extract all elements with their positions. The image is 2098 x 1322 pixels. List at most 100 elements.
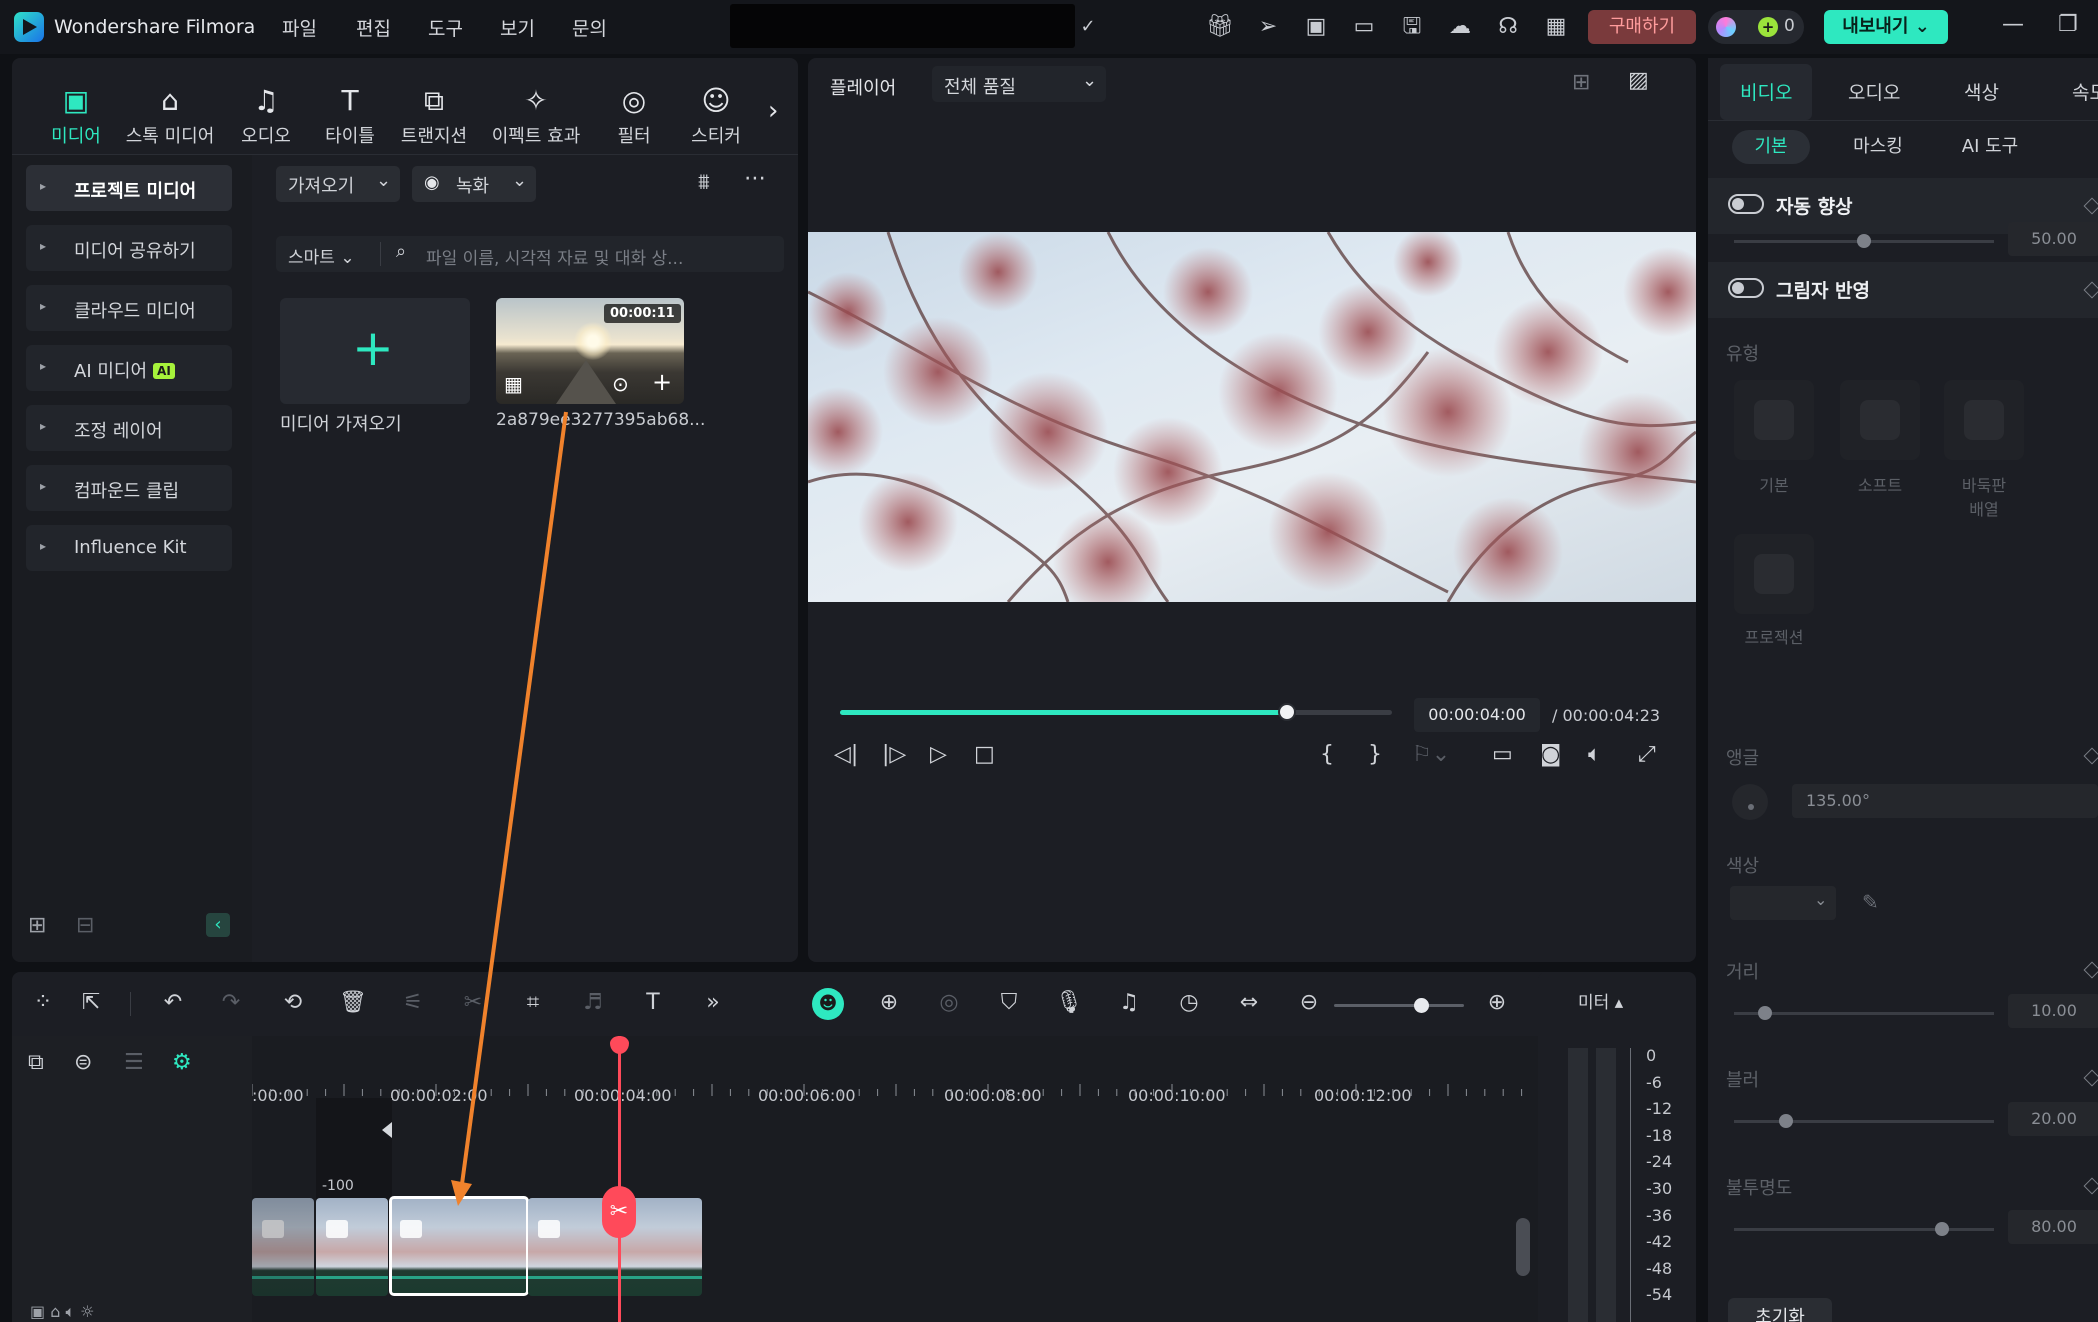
shadow-type-tile[interactable] bbox=[1944, 380, 2024, 460]
tab-effects[interactable]: ✧ 이펙트 효과 bbox=[478, 84, 594, 148]
crop-icon[interactable]: ⌗ bbox=[518, 990, 548, 1015]
keyframe-diamond-icon[interactable] bbox=[2083, 1177, 2098, 1195]
mark-in-icon[interactable]: { bbox=[1320, 742, 1334, 767]
render-preview-icon[interactable]: ◎ bbox=[934, 990, 964, 1015]
stop-icon[interactable]: □ bbox=[974, 742, 995, 767]
quality-dropdown[interactable]: 전체 품질 ⌄ bbox=[932, 66, 1106, 102]
slider-handle[interactable] bbox=[1857, 234, 1871, 248]
restore-icon[interactable]: ❐ bbox=[2058, 12, 2078, 37]
camera-snapshot-icon[interactable]: ◙ bbox=[1540, 742, 1561, 767]
fit-timeline-icon[interactable]: ⇔ bbox=[1234, 990, 1264, 1015]
undo-icon[interactable]: ↶ bbox=[158, 990, 188, 1015]
menu-edit[interactable]: 편집 bbox=[356, 14, 391, 41]
zoom-out-icon[interactable]: ⊖ bbox=[1294, 990, 1324, 1015]
menu-tools[interactable]: 도구 bbox=[428, 14, 463, 41]
tab-audio[interactable]: ♫ 오디오 bbox=[218, 84, 314, 148]
next-frame-icon[interactable]: |▷ bbox=[882, 742, 906, 767]
media-clip-thumbnail[interactable]: 00:00:11 ▦ ⊙ + bbox=[496, 298, 684, 404]
gift-icon[interactable]: 🎁︎ bbox=[1206, 13, 1234, 41]
mark-out-icon[interactable]: } bbox=[1368, 742, 1382, 767]
minimize-icon[interactable]: — bbox=[2002, 12, 2024, 37]
angle-dial[interactable] bbox=[1732, 784, 1768, 820]
tab-media[interactable]: ▣ 미디어 bbox=[28, 84, 124, 148]
tab-speed[interactable]: 속도 bbox=[2072, 78, 2098, 105]
subtab-basic[interactable]: 기본 bbox=[1732, 130, 1810, 164]
cloud-upload-icon[interactable]: ☁ bbox=[1446, 13, 1474, 41]
slider-handle[interactable] bbox=[1935, 1222, 1949, 1236]
timeline-zoom-slider[interactable] bbox=[1334, 998, 1464, 1013]
filter-sort-icon[interactable]: ⩩ bbox=[698, 170, 710, 195]
shield-marker-icon[interactable]: ⛉ bbox=[994, 990, 1024, 1015]
ai-audio-icon[interactable]: ⟲ bbox=[278, 990, 308, 1015]
media-search[interactable]: 스마트 ⌄ ⌕ 파일 이름, 시각적 자료 및 대화 상... bbox=[276, 236, 784, 272]
auto-enhance-slider[interactable] bbox=[1734, 234, 1994, 248]
more-options-icon[interactable]: ⋯ bbox=[744, 166, 766, 191]
menu-view[interactable]: 보기 bbox=[500, 14, 535, 41]
adjust-icon[interactable]: ⚟ bbox=[398, 990, 428, 1015]
tree-item-project-media[interactable]: ▸ 프로젝트 미디어 bbox=[26, 165, 232, 211]
keyframe-diamond-icon[interactable] bbox=[2083, 281, 2098, 299]
slider-handle[interactable] bbox=[1779, 1114, 1793, 1128]
search-input[interactable]: 파일 이름, 시각적 자료 및 대화 상... bbox=[426, 244, 683, 269]
snapshot-image-icon[interactable]: ▨ bbox=[1628, 68, 1649, 93]
microphone-icon[interactable]: 🎙︎ bbox=[1054, 990, 1084, 1015]
tree-item-cloud-media[interactable]: ▸ 클라우드 미디어 bbox=[26, 285, 232, 331]
redo-icon[interactable]: ↷ bbox=[216, 990, 246, 1015]
play-icon[interactable]: ▷ bbox=[930, 742, 947, 767]
keyframe-diamond-icon[interactable] bbox=[2083, 747, 2098, 765]
auto-enhance-value[interactable]: 50.00 bbox=[2008, 222, 2098, 256]
current-time[interactable]: 00:00:04:00 bbox=[1414, 698, 1540, 732]
slider-handle[interactable] bbox=[1758, 1006, 1773, 1020]
opacity-value[interactable]: 80.00 bbox=[2008, 1210, 2098, 1244]
reset-button[interactable]: 초기화 bbox=[1728, 1298, 1832, 1322]
prev-frame-icon[interactable]: ◁| bbox=[834, 742, 858, 767]
grid-view-icon[interactable]: ⊞ bbox=[1572, 70, 1590, 95]
blur-slider[interactable] bbox=[1734, 1114, 1994, 1128]
ai-copilot-icon[interactable]: ▣ bbox=[1302, 13, 1330, 41]
shadow-type-basic[interactable] bbox=[1734, 380, 1814, 460]
auto-enhance-toggle[interactable] bbox=[1728, 194, 1764, 214]
keyframe-marker-icon[interactable] bbox=[382, 1122, 392, 1138]
tab-audio[interactable]: 오디오 bbox=[1848, 78, 1900, 105]
collapse-panel-icon[interactable]: ‹ bbox=[206, 913, 230, 937]
timeline-clip[interactable] bbox=[316, 1198, 388, 1296]
volume-icon[interactable]: 🔈︎ bbox=[1588, 742, 1601, 767]
tab-color[interactable]: 색상 bbox=[1964, 78, 1999, 105]
marker-flag-icon[interactable]: ⚐⌄ bbox=[1412, 742, 1450, 767]
add-track-icon[interactable]: ⧉ bbox=[28, 1050, 44, 1075]
add-camera-icon[interactable]: ⊕ bbox=[874, 990, 904, 1015]
blur-value[interactable]: 20.00 bbox=[2008, 1102, 2098, 1136]
import-dropdown[interactable]: 가져오기 ⌄ bbox=[276, 166, 400, 202]
angle-value[interactable]: 135.00° bbox=[1792, 784, 2098, 818]
tab-stickers[interactable]: ☺ 스티커 bbox=[668, 84, 764, 148]
shadow-type-projection[interactable] bbox=[1734, 534, 1814, 614]
distance-value[interactable]: 10.00 bbox=[2008, 994, 2098, 1028]
distance-slider[interactable] bbox=[1734, 1006, 1994, 1020]
cut-scissors-icon[interactable]: ✂ bbox=[458, 990, 488, 1015]
timeline-scrollbar[interactable] bbox=[1516, 1218, 1530, 1276]
zoom-slider-handle[interactable] bbox=[1414, 998, 1430, 1013]
delete-icon[interactable]: 🗑︎ bbox=[338, 990, 368, 1015]
tree-item-shared-media[interactable]: ▸ 미디어 공유하기 bbox=[26, 225, 232, 271]
add-to-timeline-icon[interactable]: + bbox=[652, 368, 672, 396]
export-button[interactable]: 내보내기 ⌄ bbox=[1824, 10, 1948, 44]
layout-grid-icon[interactable]: ⁘ bbox=[28, 990, 58, 1015]
tab-stock-media[interactable]: ⌂ 스톡 미디어 bbox=[122, 84, 218, 148]
tab-video[interactable]: 비디오 bbox=[1740, 78, 1792, 105]
track-manager-icon[interactable]: ☰ bbox=[124, 1050, 144, 1075]
playback-scrubber[interactable] bbox=[840, 703, 1392, 721]
scrubber-handle[interactable] bbox=[1278, 703, 1297, 721]
magnet-snap-icon[interactable]: ⚙ bbox=[172, 1050, 192, 1075]
audio-edit-icon[interactable]: ♬ bbox=[578, 990, 608, 1015]
ai-mate-icon[interactable]: ☻ bbox=[812, 988, 844, 1020]
playhead-handle[interactable] bbox=[610, 1036, 629, 1054]
keyframe-diamond-icon[interactable] bbox=[2083, 197, 2098, 215]
chevron-right-icon[interactable]: › bbox=[768, 96, 778, 126]
tree-item-compound-clip[interactable]: ▸ 컴파운드 클립 bbox=[26, 465, 232, 511]
record-dropdown[interactable]: ◉ 녹화 ⌄ bbox=[412, 166, 536, 202]
text-tool-icon[interactable]: T bbox=[638, 990, 668, 1015]
remove-folder-icon[interactable]: ⊟ bbox=[76, 913, 94, 938]
tab-transitions[interactable]: ⧉ 트랜지션 bbox=[386, 84, 482, 148]
project-name-field[interactable] bbox=[730, 4, 1075, 48]
tree-item-influence-kit[interactable]: ▸ Influence Kit bbox=[26, 525, 232, 571]
